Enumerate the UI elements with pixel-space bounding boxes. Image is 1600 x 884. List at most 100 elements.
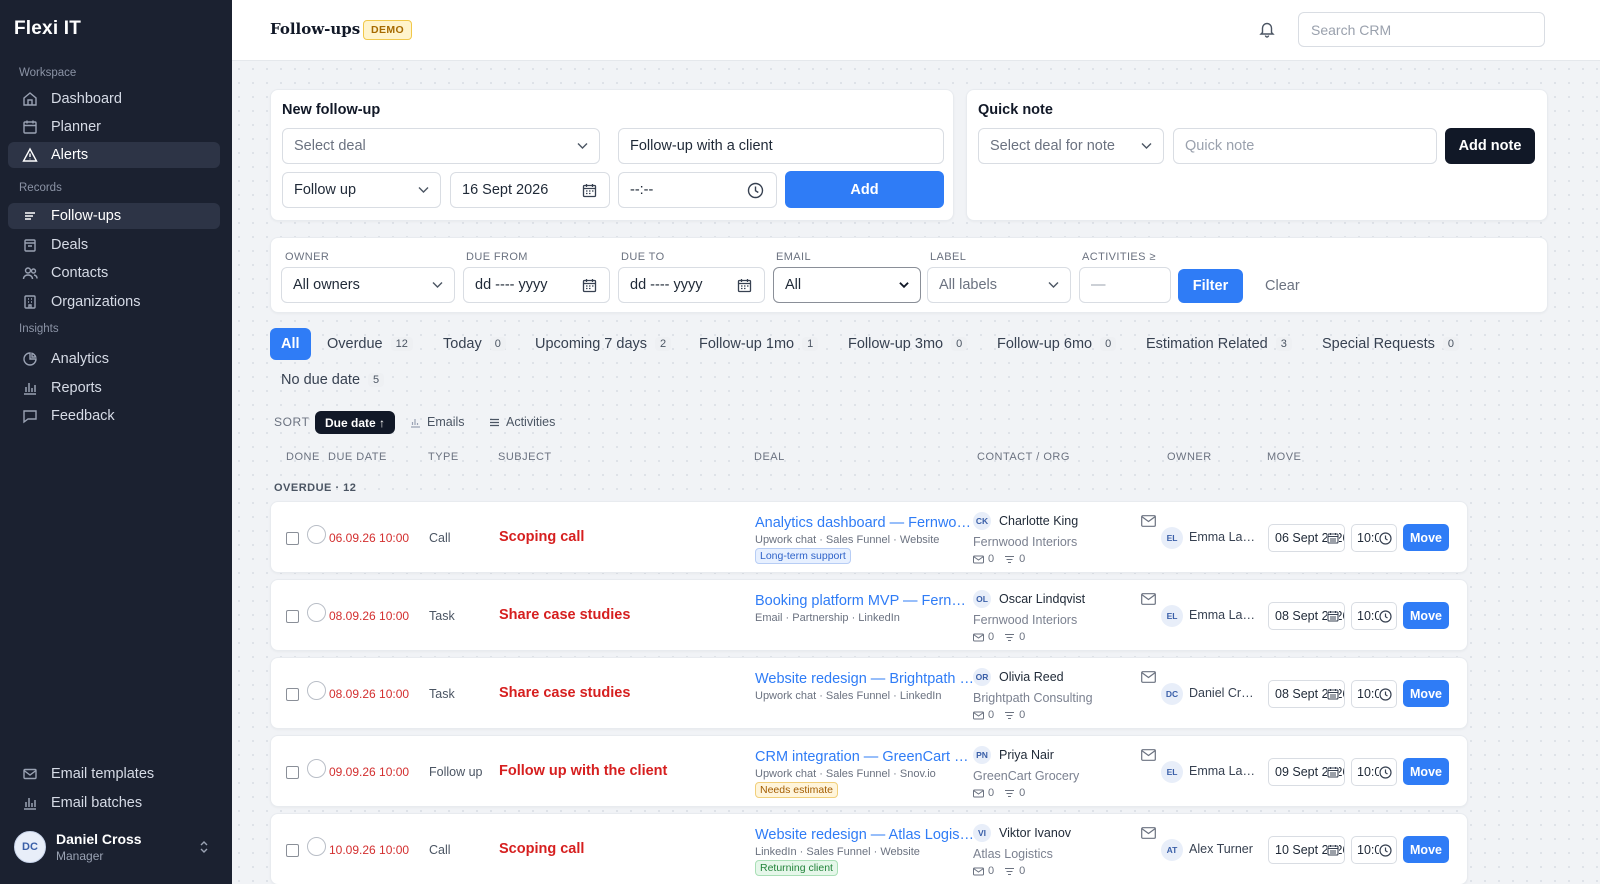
complete-circle-toggle[interactable] bbox=[307, 603, 326, 622]
tab-today[interactable]: Today 0 bbox=[432, 328, 517, 360]
subject-link[interactable]: Follow up with the client bbox=[499, 763, 667, 779]
deal-meta: Upwork chat · Sales Funnel · Website bbox=[755, 534, 940, 546]
move-button[interactable]: Move bbox=[1403, 836, 1449, 863]
sidebar-item-email-batches[interactable]: Email batches bbox=[8, 790, 220, 816]
move-date-input[interactable]: 09 Sept 2026 bbox=[1268, 758, 1345, 786]
label-select[interactable]: All labels bbox=[927, 267, 1071, 303]
filter-button[interactable]: Filter bbox=[1178, 269, 1243, 303]
sidebar-item-email-templates[interactable]: Email templates bbox=[8, 761, 220, 787]
subject-link[interactable]: Share case studies bbox=[499, 685, 630, 701]
subject-link[interactable]: Share case studies bbox=[499, 607, 630, 623]
org-name[interactable]: Fernwood Interiors bbox=[973, 535, 1077, 549]
sidebar-item-alerts[interactable]: Alerts bbox=[8, 142, 220, 168]
sort-due-date-button[interactable]: Due date ↑ bbox=[315, 411, 396, 434]
sidebar-item-contacts[interactable]: Contacts bbox=[8, 260, 220, 286]
mail-icon[interactable] bbox=[1141, 671, 1156, 683]
tab-special-requests[interactable]: Special Requests 0 bbox=[1311, 328, 1470, 360]
contact-name[interactable]: Charlotte King bbox=[999, 514, 1078, 528]
mail-icon[interactable] bbox=[1141, 749, 1156, 761]
org-name[interactable]: Fernwood Interiors bbox=[973, 613, 1077, 627]
contact-name[interactable]: Oscar Lindqvist bbox=[999, 592, 1085, 606]
label-filter-label: LABEL bbox=[930, 251, 967, 263]
mail-icon[interactable] bbox=[1141, 593, 1156, 605]
org-name[interactable]: Atlas Logistics bbox=[973, 847, 1053, 861]
complete-circle-toggle[interactable] bbox=[307, 759, 326, 778]
tab-no-due-date[interactable]: No due date 5 bbox=[270, 364, 395, 396]
move-date-input[interactable]: 10 Sept 2026 bbox=[1268, 836, 1345, 864]
add-note-button[interactable]: Add note bbox=[1445, 128, 1535, 164]
tab-all[interactable]: All bbox=[270, 328, 311, 360]
tab-upcoming[interactable]: Upcoming 7 days 2 bbox=[524, 328, 682, 360]
complete-circle-toggle[interactable] bbox=[307, 525, 326, 544]
deal-link[interactable]: CRM integration — GreenCart Grocery bbox=[755, 749, 975, 765]
subject-link[interactable]: Scoping call bbox=[499, 529, 584, 545]
deal-link[interactable]: Website redesign — Brightpath Consulting bbox=[755, 671, 975, 687]
move-date-input[interactable]: 06 Sept 2026 bbox=[1268, 524, 1345, 552]
deal-link[interactable]: Website redesign — Atlas Logistics bbox=[755, 827, 975, 843]
tab-estimation-related[interactable]: Estimation Related 3 bbox=[1135, 328, 1303, 360]
deal-link[interactable]: Booking platform MVP — Fernwood Interior… bbox=[755, 593, 975, 609]
due-from-input[interactable]: dd ---- yyyy bbox=[463, 267, 610, 303]
move-button[interactable]: Move bbox=[1403, 524, 1449, 551]
move-time-input[interactable]: 10:00 bbox=[1351, 602, 1397, 630]
clear-link[interactable]: Clear bbox=[1265, 278, 1300, 294]
move-button[interactable]: Move bbox=[1403, 602, 1449, 629]
sort-activities-button[interactable]: Activities bbox=[489, 415, 555, 429]
move-time-input[interactable]: 10:00 bbox=[1351, 680, 1397, 708]
brand-logo[interactable]: Flexi IT bbox=[14, 18, 81, 40]
mail-icon[interactable] bbox=[1141, 827, 1156, 839]
activities-input[interactable]: — bbox=[1079, 267, 1171, 303]
contact-name[interactable]: Olivia Reed bbox=[999, 670, 1064, 684]
quick-note-input[interactable]: Quick note bbox=[1173, 128, 1437, 164]
move-date-input[interactable]: 08 Sept 2026 bbox=[1268, 680, 1345, 708]
sort-emails-button[interactable]: Emails bbox=[410, 415, 465, 429]
complete-circle-toggle[interactable] bbox=[307, 837, 326, 856]
deal-link[interactable]: Analytics dashboard — Fernwood Interiors bbox=[755, 515, 975, 531]
move-time-input[interactable]: 10:00 bbox=[1351, 836, 1397, 864]
due-to-label: DUE TO bbox=[621, 251, 665, 263]
move-button[interactable]: Move bbox=[1403, 680, 1449, 707]
done-checkbox[interactable] bbox=[286, 688, 299, 701]
done-checkbox[interactable] bbox=[286, 610, 299, 623]
tab-followup-3mo[interactable]: Follow-up 3mo 0 bbox=[837, 328, 978, 360]
contact-name[interactable]: Priya Nair bbox=[999, 748, 1054, 762]
subject-input[interactable]: Follow-up with a client bbox=[618, 128, 944, 164]
move-time-input[interactable]: 10:00 bbox=[1351, 758, 1397, 786]
user-menu[interactable]: DC Daniel Cross Manager bbox=[14, 827, 220, 867]
time-input[interactable]: --:-- bbox=[618, 172, 777, 208]
org-name[interactable]: Brightpath Consulting bbox=[973, 691, 1093, 705]
done-checkbox[interactable] bbox=[286, 766, 299, 779]
owner-select[interactable]: All owners bbox=[281, 267, 455, 303]
tab-followup-6mo[interactable]: Follow-up 6mo 0 bbox=[986, 328, 1127, 360]
sidebar-item-feedback[interactable]: Feedback bbox=[8, 403, 220, 429]
email-select[interactable]: All bbox=[773, 267, 921, 303]
sidebar-item-followups[interactable]: Follow-ups bbox=[8, 203, 220, 229]
contact-name[interactable]: Viktor Ivanov bbox=[999, 826, 1071, 840]
date-input[interactable]: 16 Sept 2026 bbox=[450, 172, 610, 208]
sidebar-item-planner[interactable]: Planner bbox=[8, 114, 220, 140]
sidebar-item-reports[interactable]: Reports bbox=[8, 375, 220, 401]
sidebar-item-organizations[interactable]: Organizations bbox=[8, 289, 220, 315]
tab-followup-1mo[interactable]: Follow-up 1mo 1 bbox=[688, 328, 829, 360]
sidebar-item-dashboard[interactable]: Dashboard bbox=[8, 86, 220, 112]
note-deal-select[interactable]: Select deal for note bbox=[978, 128, 1164, 164]
search-input[interactable] bbox=[1298, 12, 1545, 47]
sidebar-item-analytics[interactable]: Analytics bbox=[8, 346, 220, 372]
complete-circle-toggle[interactable] bbox=[307, 681, 326, 700]
bell-icon[interactable] bbox=[1258, 20, 1276, 38]
tab-overdue[interactable]: Overdue 12 bbox=[316, 328, 424, 360]
add-followup-button[interactable]: Add bbox=[785, 171, 944, 208]
sidebar-item-deals[interactable]: Deals bbox=[8, 232, 220, 258]
due-date: 06.09.26 10:00 bbox=[329, 531, 410, 545]
move-button[interactable]: Move bbox=[1403, 758, 1449, 785]
due-to-input[interactable]: dd ---- yyyy bbox=[618, 267, 765, 303]
type-select[interactable]: Follow up bbox=[282, 172, 441, 208]
done-checkbox[interactable] bbox=[286, 844, 299, 857]
subject-link[interactable]: Scoping call bbox=[499, 841, 584, 857]
done-checkbox[interactable] bbox=[286, 532, 299, 545]
org-name[interactable]: GreenCart Grocery bbox=[973, 769, 1079, 783]
mail-icon[interactable] bbox=[1141, 515, 1156, 527]
deal-select[interactable]: Select deal bbox=[282, 128, 600, 164]
move-date-input[interactable]: 08 Sept 2026 bbox=[1268, 602, 1345, 630]
move-time-input[interactable]: 10:00 bbox=[1351, 524, 1397, 552]
